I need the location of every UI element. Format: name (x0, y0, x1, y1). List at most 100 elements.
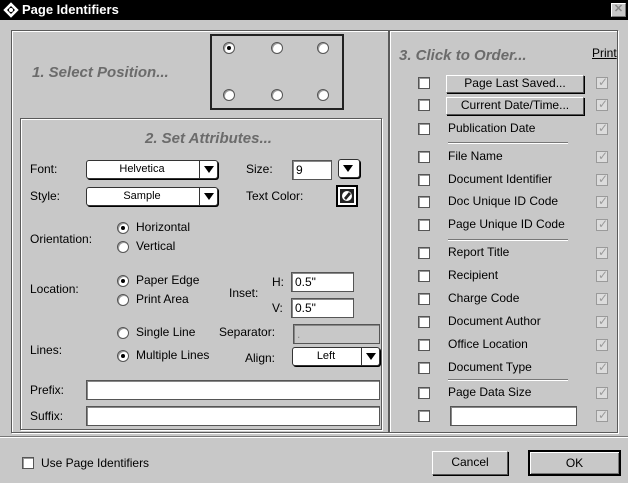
lines-multiple-radio[interactable] (117, 350, 129, 362)
order-checkbox[interactable] (418, 196, 430, 208)
style-label: Style: (30, 189, 61, 203)
print-checkbox[interactable] (596, 385, 608, 399)
suffix-label: Suffix: (30, 409, 64, 423)
location-paper-edge-label: Paper Edge (136, 273, 200, 287)
order-checkbox[interactable] (418, 362, 430, 374)
location-label: Location: (30, 282, 79, 296)
title-bar[interactable]: Page Identifiers ✕ (0, 0, 628, 20)
page-last-saved-button[interactable]: Page Last Saved... (446, 75, 584, 93)
print-checkbox[interactable] (596, 75, 608, 89)
chevron-down-icon (361, 348, 379, 365)
inset-v-input[interactable]: 0.5" (291, 298, 354, 318)
lines-label: Lines: (30, 343, 63, 357)
position-bottom-left[interactable] (223, 89, 235, 101)
print-checkbox[interactable] (596, 291, 608, 305)
chevron-down-icon (339, 160, 359, 177)
text-color-label: Text Color: (246, 189, 304, 203)
print-checkbox[interactable] (596, 172, 608, 186)
location-paper-edge-radio[interactable] (117, 275, 129, 287)
size-input[interactable]: 9 (292, 160, 332, 180)
divider (448, 142, 568, 143)
lines-multiple-label: Multiple Lines (136, 348, 210, 362)
print-checkbox[interactable] (596, 245, 608, 259)
print-column-label: Print (592, 46, 617, 60)
print-checkbox[interactable] (596, 268, 608, 282)
print-checkbox[interactable] (596, 337, 608, 351)
print-checkbox[interactable] (596, 121, 608, 135)
location-print-area-label: Print Area (136, 292, 189, 306)
print-checkbox[interactable] (596, 360, 608, 374)
window-title: Page Identifiers (22, 2, 119, 17)
position-top-center[interactable] (271, 42, 283, 54)
diamond-app-icon (3, 2, 19, 18)
footer-divider (0, 436, 628, 437)
position-top-right[interactable] (317, 42, 329, 54)
size-dropdown-button[interactable] (338, 159, 360, 178)
position-bottom-center[interactable] (271, 89, 283, 101)
orientation-horizontal-radio[interactable] (117, 222, 129, 234)
order-checkbox[interactable] (418, 99, 430, 111)
inset-h-label: H: (272, 275, 284, 289)
orientation-vertical-radio[interactable] (117, 241, 129, 253)
order-checkbox[interactable] (418, 247, 430, 259)
order-checkbox[interactable] (418, 387, 430, 399)
current-date-time-button[interactable]: Current Date/Time... (446, 97, 584, 115)
order-checkbox[interactable] (418, 339, 430, 351)
font-dropdown[interactable]: Helvetica (86, 160, 218, 179)
order-item-label: File Name (448, 149, 503, 163)
style-value: Sample (123, 190, 161, 202)
order-checkbox[interactable] (418, 293, 430, 305)
print-checkbox[interactable] (596, 408, 608, 422)
prefix-input[interactable] (86, 380, 380, 400)
location-print-area-radio[interactable] (117, 294, 129, 306)
order-checkbox[interactable] (418, 151, 430, 163)
order-item-label: Report Title (448, 245, 510, 259)
suffix-input[interactable] (86, 406, 380, 426)
inset-h-input[interactable]: 0.5" (291, 272, 354, 292)
use-page-identifiers-label: Use Page Identifiers (41, 456, 150, 470)
order-item-label: Office Location (448, 337, 528, 351)
print-checkbox[interactable] (596, 217, 608, 231)
order-item-label: Document Type (448, 360, 532, 374)
print-checkbox[interactable] (596, 314, 608, 328)
order-checkbox[interactable] (418, 270, 430, 282)
size-label: Size: (246, 162, 273, 176)
order-checkbox[interactable] (418, 410, 430, 422)
cancel-button[interactable]: Cancel (432, 451, 508, 475)
style-dropdown[interactable]: Sample (86, 187, 218, 206)
separator-input[interactable]: . (293, 324, 380, 344)
orientation-label: Orientation: (30, 232, 93, 246)
order-item-label: Page Data Size (448, 385, 532, 399)
order-item-label: Publication Date (448, 121, 536, 135)
use-page-identifiers-checkbox[interactable] (22, 457, 34, 469)
order-checkbox[interactable] (418, 123, 430, 135)
position-top-left[interactable] (223, 42, 235, 54)
divider (448, 379, 568, 380)
align-label: Align: (245, 351, 276, 365)
order-checkbox[interactable] (418, 316, 430, 328)
section1-heading: 1. Select Position... (32, 64, 169, 81)
print-checkbox[interactable] (596, 194, 608, 208)
chevron-down-icon (199, 188, 217, 205)
order-checkbox[interactable] (418, 77, 430, 89)
prefix-label: Prefix: (30, 383, 65, 397)
ok-button[interactable]: OK (528, 450, 621, 476)
orientation-horizontal-label: Horizontal (136, 220, 191, 234)
lines-single-radio[interactable] (117, 327, 129, 339)
section3-heading: 3. Click to Order... (399, 47, 527, 64)
position-bottom-right[interactable] (317, 89, 329, 101)
align-dropdown[interactable]: Left (292, 347, 380, 366)
order-checkbox[interactable] (418, 219, 430, 231)
align-value: Left (316, 350, 336, 362)
order-item-label: Document Author (448, 314, 541, 328)
close-icon[interactable]: ✕ (611, 3, 626, 17)
text-color-button[interactable] (336, 185, 358, 207)
font-value: Helvetica (119, 163, 165, 175)
chevron-down-icon (199, 161, 217, 178)
print-checkbox[interactable] (596, 149, 608, 163)
inset-label: Inset: (229, 286, 259, 300)
custom-identifier-input[interactable] (450, 406, 577, 426)
print-checkbox[interactable] (596, 97, 608, 111)
inset-v-label: V: (272, 301, 283, 315)
order-checkbox[interactable] (418, 174, 430, 186)
